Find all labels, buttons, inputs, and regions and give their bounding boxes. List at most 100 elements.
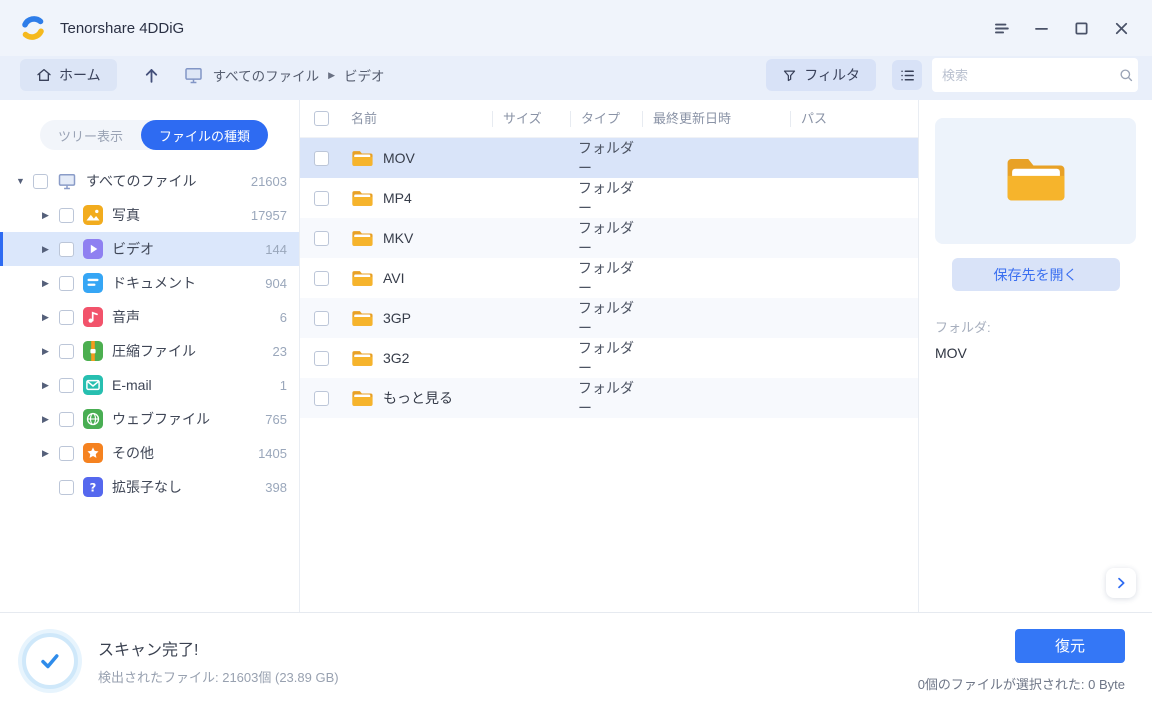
expand-arrow-icon[interactable]: ▶	[42, 278, 59, 289]
search-input[interactable]	[942, 67, 1118, 83]
expand-arrow-icon[interactable]: ▶	[42, 312, 59, 323]
row-checkbox[interactable]	[314, 390, 329, 406]
tab-tree-view[interactable]: ツリー表示	[40, 120, 141, 150]
file-list-header: 名前 サイズ タイプ 最終更新日時 パス	[300, 100, 918, 138]
preview-thumbnail	[935, 118, 1136, 244]
folder-icon	[352, 150, 373, 166]
expand-arrow-icon[interactable]: ▶	[42, 244, 59, 255]
up-arrow-icon[interactable]	[139, 62, 165, 88]
item-checkbox[interactable]	[59, 309, 74, 325]
item-count: 23	[272, 343, 287, 359]
file-list: 名前 サイズ タイプ 最終更新日時 パス MOV フォルダー MP4 フォルダー…	[300, 100, 918, 612]
preview-panel: 保存先を開く フォルダ: MOV	[918, 100, 1152, 612]
sidebar-item-no-extension[interactable]: ▶ ? 拡張子なし 398	[0, 470, 299, 504]
expand-arrow-icon[interactable]: ▶	[42, 346, 59, 357]
menu-icon[interactable]	[988, 15, 1014, 41]
item-count: 904	[265, 275, 287, 291]
row-checkbox[interactable]	[314, 350, 329, 366]
expand-arrow-icon[interactable]: ▶	[42, 380, 59, 391]
item-checkbox[interactable]	[33, 173, 48, 189]
item-checkbox[interactable]	[59, 275, 74, 291]
home-icon	[37, 69, 51, 81]
open-save-location-button[interactable]: 保存先を開く	[951, 258, 1120, 291]
folder-name: MOV	[935, 345, 967, 361]
status-bar: スキャン完了! 検出されたファイル: 21603個 (23.89 GB) 復元 …	[0, 612, 1152, 708]
app-title: Tenorshare 4DDiG	[60, 19, 185, 37]
file-type: フォルダー	[578, 180, 634, 216]
next-page-button[interactable]	[1106, 568, 1136, 598]
minimize-icon[interactable]	[1028, 15, 1054, 41]
row-checkbox[interactable]	[314, 150, 329, 166]
sidebar-item-all-files[interactable]: ▼ すべてのファイル 21603	[0, 164, 299, 198]
check-icon	[41, 653, 59, 668]
question-icon: ?	[83, 477, 103, 497]
select-all-checkbox[interactable]	[314, 111, 329, 126]
item-checkbox[interactable]	[59, 343, 74, 359]
expand-arrow-icon[interactable]: ▶	[42, 210, 59, 221]
document-icon	[83, 273, 103, 293]
file-type: フォルダー	[578, 220, 634, 256]
breadcrumb: すべてのファイル ▶ ビデオ	[183, 65, 385, 85]
sidebar-item-photos[interactable]: ▶ 写真 17957	[0, 198, 299, 232]
recover-button[interactable]: 復元	[1015, 628, 1125, 663]
file-type: フォルダー	[578, 380, 634, 416]
item-checkbox[interactable]	[59, 207, 74, 223]
mail-icon	[83, 375, 103, 395]
tab-file-type[interactable]: ファイルの種類	[141, 120, 269, 150]
table-row-mkv[interactable]: MKV フォルダー	[300, 218, 918, 258]
item-count: 21603	[250, 173, 287, 189]
column-header-type[interactable]: タイプ	[570, 110, 642, 127]
column-header-modified[interactable]: 最終更新日時	[642, 110, 790, 127]
item-checkbox[interactable]	[59, 377, 74, 393]
sidebar-item-email[interactable]: ▶ E-mail 1	[0, 368, 299, 402]
table-row-mov[interactable]: MOV フォルダー	[300, 138, 918, 178]
item-count: 144	[265, 241, 287, 257]
column-header-path[interactable]: パス	[790, 110, 918, 127]
home-button[interactable]: ホーム	[20, 59, 117, 91]
breadcrumb-current[interactable]: ビデオ	[344, 65, 385, 85]
expand-arrow-icon[interactable]: ▶	[42, 448, 59, 459]
folder-icon	[352, 350, 373, 366]
row-checkbox[interactable]	[314, 190, 329, 206]
sidebar-item-archives[interactable]: ▶ 圧縮ファイル 23	[0, 334, 299, 368]
chevron-right-icon	[1118, 577, 1125, 589]
row-checkbox[interactable]	[314, 230, 329, 246]
item-checkbox[interactable]	[59, 445, 74, 461]
file-type: フォルダー	[578, 140, 634, 176]
table-row-more[interactable]: もっと見る フォルダー	[300, 378, 918, 418]
home-label: ホーム	[59, 67, 101, 83]
column-header-size[interactable]: サイズ	[492, 110, 570, 127]
breadcrumb-root[interactable]: すべてのファイル	[213, 65, 320, 85]
filter-button[interactable]: フィルタ	[766, 59, 876, 91]
photo-icon	[83, 205, 103, 225]
sidebar-item-others[interactable]: ▶ その他 1405	[0, 436, 299, 470]
list-view-toggle-button[interactable]	[892, 60, 922, 90]
sidebar-item-web-files[interactable]: ▶ ウェブファイル 765	[0, 402, 299, 436]
table-row-3gp[interactable]: 3GP フォルダー	[300, 298, 918, 338]
item-label: ビデオ	[112, 241, 154, 257]
scan-subtitle: 検出されたファイル: 21603個 (23.89 GB)	[98, 669, 339, 685]
table-row-mp4[interactable]: MP4 フォルダー	[300, 178, 918, 218]
list-view-icon	[900, 69, 914, 81]
maximize-icon[interactable]	[1068, 15, 1094, 41]
table-row-3g2[interactable]: 3G2 フォルダー	[300, 338, 918, 378]
sidebar-item-videos[interactable]: ▶ ビデオ 144	[0, 232, 299, 266]
item-checkbox[interactable]	[59, 241, 74, 257]
row-checkbox[interactable]	[314, 310, 329, 326]
column-header-name[interactable]: 名前	[344, 111, 492, 127]
item-label: ドキュメント	[112, 275, 196, 291]
row-checkbox[interactable]	[314, 270, 329, 286]
item-checkbox[interactable]	[59, 411, 74, 427]
expand-arrow-icon[interactable]: ▶	[42, 414, 59, 425]
breadcrumb-separator-icon: ▶	[328, 69, 336, 80]
close-icon[interactable]	[1108, 15, 1134, 41]
sidebar-item-audio[interactable]: ▶ 音声 6	[0, 300, 299, 334]
file-name: 3G2	[383, 350, 410, 366]
search-icon[interactable]	[1118, 67, 1134, 83]
sidebar-item-documents[interactable]: ▶ ドキュメント 904	[0, 266, 299, 300]
expand-arrow-icon[interactable]: ▼	[16, 176, 33, 186]
item-count: 1405	[258, 445, 287, 461]
table-row-avi[interactable]: AVI フォルダー	[300, 258, 918, 298]
item-checkbox[interactable]	[59, 479, 74, 495]
scan-summary: スキャン完了! 検出されたファイル: 21603個 (23.89 GB)	[98, 636, 339, 686]
